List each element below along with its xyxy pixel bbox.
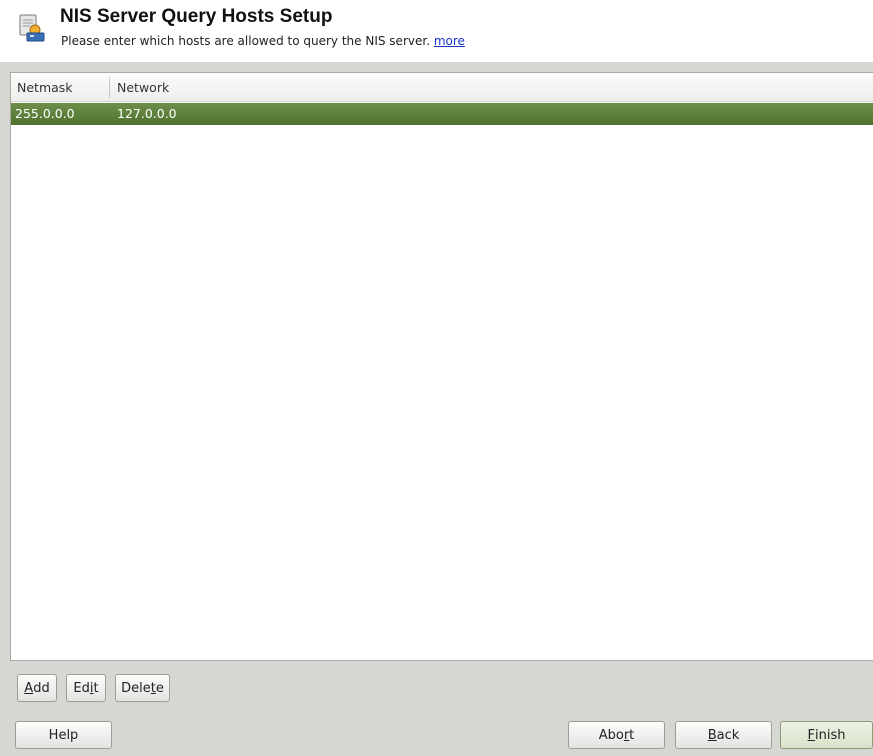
- table-header: Netmask Network: [11, 73, 873, 102]
- cell-netmask: 255.0.0.0: [15, 106, 75, 121]
- add-mnemonic: A: [24, 680, 34, 696]
- page-subtitle: Please enter which hosts are allowed to …: [61, 34, 465, 48]
- column-header-netmask[interactable]: Netmask: [17, 80, 73, 95]
- hosts-table[interactable]: Netmask Network 255.0.0.0 127.0.0.0: [10, 72, 873, 661]
- edit-button[interactable]: Ed i t: [66, 674, 106, 702]
- edit-label-pre: Ed: [73, 680, 90, 696]
- abort-button[interactable]: Abo r t: [568, 721, 665, 749]
- add-label-post: dd: [33, 680, 50, 696]
- page-title: NIS Server Query Hosts Setup: [60, 6, 333, 27]
- delete-button[interactable]: Dele t e: [115, 674, 170, 702]
- help-button[interactable]: Help: [15, 721, 112, 749]
- back-mnemonic: B: [707, 727, 717, 743]
- finish-button[interactable]: Finish: [780, 721, 873, 749]
- finish-label-post: inish: [815, 727, 846, 743]
- abort-label-post: t: [629, 727, 635, 743]
- subtitle-text: Please enter which hosts are allowed to …: [61, 34, 431, 48]
- header: NIS Server Query Hosts Setup Please ente…: [0, 0, 873, 62]
- back-label-post: ack: [716, 727, 740, 743]
- delete-label-post: e: [155, 680, 164, 696]
- column-separator: [109, 77, 110, 98]
- finish-mnemonic: F: [807, 727, 815, 743]
- back-button[interactable]: Back: [675, 721, 772, 749]
- cell-network: 127.0.0.0: [117, 106, 177, 121]
- edit-label-post: t: [93, 680, 99, 696]
- more-link[interactable]: more: [434, 34, 465, 48]
- abort-label-pre: Abo: [598, 727, 624, 743]
- column-header-network[interactable]: Network: [117, 80, 169, 95]
- table-row[interactable]: 255.0.0.0 127.0.0.0: [11, 103, 873, 125]
- add-button[interactable]: Add: [17, 674, 57, 702]
- network-hosts-icon: [17, 13, 47, 43]
- content-panel: Netmask Network 255.0.0.0 127.0.0.0 Add …: [0, 62, 873, 756]
- delete-label-pre: Dele: [121, 680, 151, 696]
